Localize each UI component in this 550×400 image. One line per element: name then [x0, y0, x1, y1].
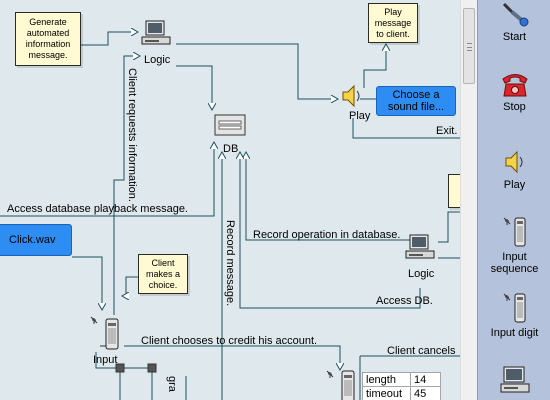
start-icon [502, 2, 528, 27]
palette-item-input-sequence[interactable]: Input sequence [478, 216, 550, 275]
input-node-bottom[interactable] [324, 368, 358, 400]
input-phone-icon [90, 316, 119, 350]
palette-item-input-sequence-label: Input sequence [490, 251, 539, 275]
palette-item-stop[interactable]: Stop [478, 70, 550, 113]
stop-phone-icon [501, 74, 528, 97]
note-generate-message[interactable]: Generate automated information message. [15, 12, 81, 66]
note-generate-message-text: Generate automated information message. [25, 17, 71, 60]
exit-label: Exit. [436, 125, 458, 137]
note-partial-right[interactable] [448, 174, 460, 208]
logic-node-top[interactable] [140, 20, 176, 53]
input-phone-icon [326, 370, 355, 400]
speaker-icon [342, 84, 360, 108]
speaker-icon [505, 150, 522, 174]
choose-sound-file-text: Choose a sound file... [387, 89, 445, 113]
property-key: length [362, 372, 411, 387]
note-client-choice[interactable]: Client makes a choice. [138, 254, 188, 294]
scrollbar-grip-icon [467, 43, 472, 51]
palette-item-input-digit[interactable]: Input digit [478, 292, 550, 339]
database-icon [214, 114, 246, 136]
palette-item-start-label: Start [502, 31, 527, 43]
click-wav-text: Click.wav [9, 234, 56, 246]
logic-right-label: Logic [408, 268, 435, 280]
db-node[interactable] [214, 114, 246, 139]
computer-icon [141, 20, 171, 45]
palette-item-play[interactable]: Play [478, 148, 550, 191]
table-row[interactable]: length 14 [362, 372, 441, 387]
palette-item-start[interactable]: Start [478, 2, 550, 43]
logic-node-right[interactable] [404, 234, 440, 267]
record-operation-label: Record operation in database. [253, 229, 401, 241]
click-wav-box[interactable]: Click.wav [0, 224, 72, 256]
input-label: Input [93, 354, 118, 366]
access-db-label: Access DB. [376, 295, 433, 307]
table-row[interactable]: timeout 45 [362, 386, 441, 400]
choose-sound-file-box[interactable]: Choose a sound file... [376, 86, 456, 116]
properties-table[interactable]: length 14 timeout 45 [362, 372, 441, 400]
palette-item-input-digit-label: Input digit [490, 327, 539, 339]
palette-item-logic[interactable] [478, 366, 550, 399]
note-client-choice-text: Client makes a choice. [145, 257, 180, 290]
palette-item-stop-label: Stop [503, 101, 526, 113]
computer-icon [405, 234, 435, 259]
property-value[interactable]: 14 [410, 372, 441, 387]
play-node[interactable] [340, 82, 364, 113]
flow-diagram-canvas[interactable]: Generate automated information message. … [0, 0, 460, 400]
component-palette: Start Stop Play Input sequence Input dig… [477, 0, 550, 400]
client-chooses-credit-label: Client chooses to credit his account. [141, 335, 318, 347]
access-db-playback-label: Access database playback message. [7, 203, 188, 215]
note-play-message[interactable]: Play message to client. [368, 3, 418, 43]
palette-item-play-label: Play [503, 179, 526, 191]
property-key: timeout [362, 386, 411, 400]
play-label: Play [349, 110, 371, 122]
logic-top-label: Logic [144, 54, 171, 66]
client-cancels-label: Client cancels [387, 345, 456, 357]
input-sequence-icon [503, 217, 525, 247]
scrollbar-thumb[interactable] [463, 8, 475, 84]
computer-icon [500, 366, 529, 393]
client-requests-info-label: Client requests information. [126, 68, 138, 202]
vertical-scrollbar[interactable] [460, 0, 477, 400]
input-node[interactable] [88, 316, 122, 355]
record-message-label: Record message. [224, 220, 236, 307]
note-play-message-text: Play message to client. [374, 6, 412, 39]
partial-bottom-label: gra [166, 376, 178, 392]
input-digit-icon [503, 293, 525, 323]
property-value[interactable]: 45 [410, 386, 441, 400]
db-label: DB [223, 143, 239, 155]
